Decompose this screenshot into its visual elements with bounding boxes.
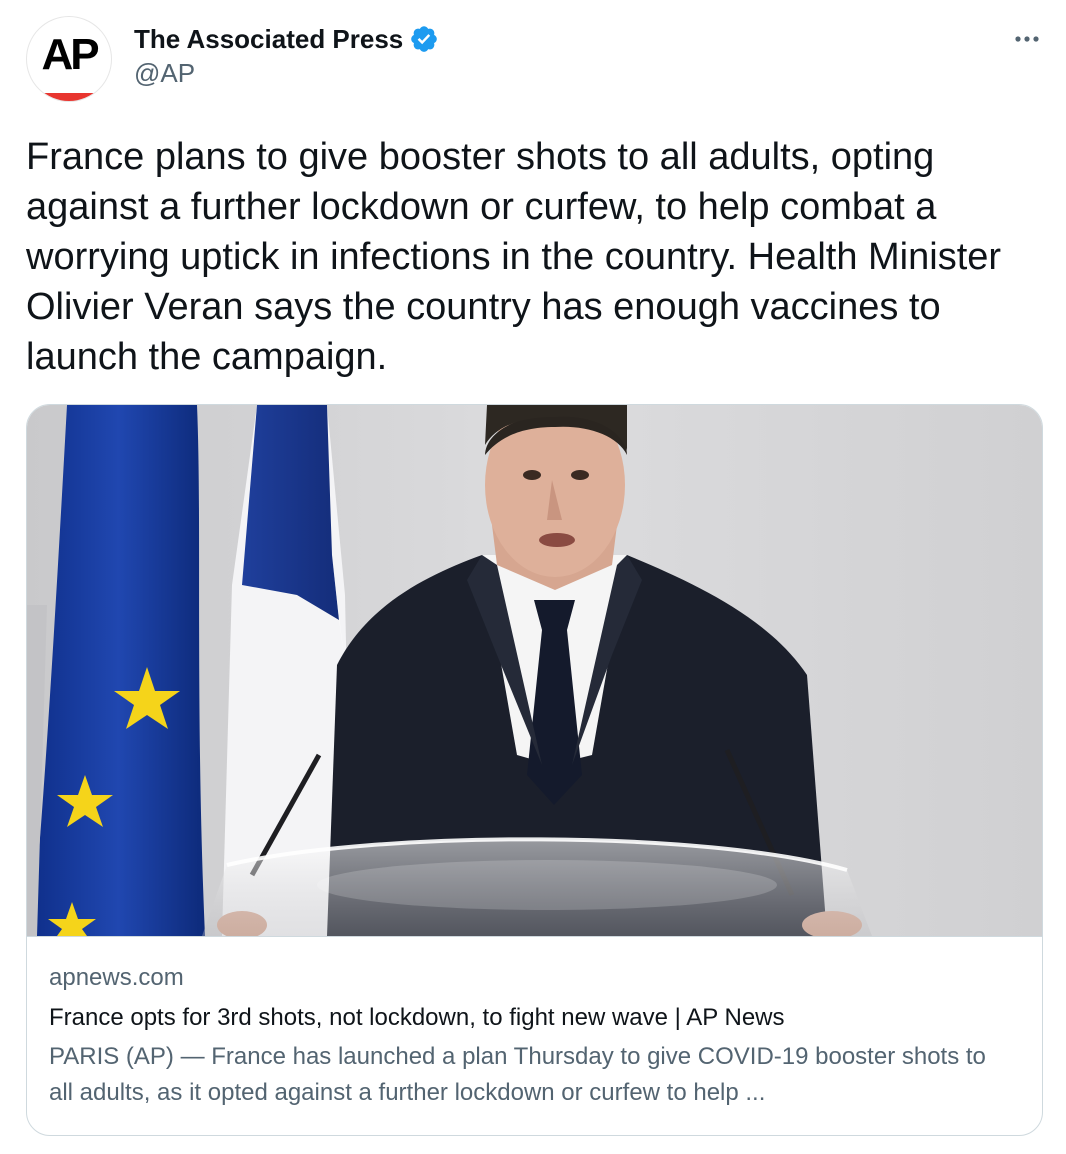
ap-logo-red-arc [41,93,97,101]
card-image[interactable] [27,405,1042,937]
author-display-name[interactable]: The Associated Press [134,24,403,55]
author-name-row: The Associated Press [134,22,439,56]
more-horizontal-icon[interactable] [1010,24,1044,54]
card-domain: apnews.com [49,964,184,991]
card-description: PARIS (AP) — France has launched a plan … [49,1043,986,1106]
tweet[interactable]: AP The Associated Press @AP France plans… [0,0,1066,1154]
link-card[interactable]: apnews.com France opts for 3rd shots, no… [26,404,1043,1136]
author-handle[interactable]: @AP [134,58,195,89]
card-title: France opts for 3rd shots, not lockdown,… [49,1004,785,1031]
verified-badge-icon [409,24,439,54]
ap-logo: AP [41,30,99,79]
card-body: apnews.com France opts for 3rd shots, no… [49,963,1009,1111]
author-avatar[interactable]: AP [26,16,112,102]
tweet-text: France plans to give booster shots to al… [26,136,1002,378]
speaker-photo [27,405,1042,936]
